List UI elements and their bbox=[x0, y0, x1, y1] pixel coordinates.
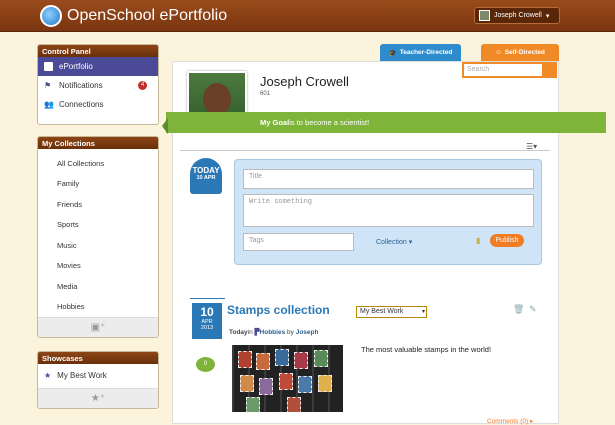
profile-id: 601 bbox=[260, 91, 271, 97]
title-input[interactable]: Title bbox=[243, 169, 534, 189]
sidebar-item-label: Notifications bbox=[59, 81, 103, 90]
sidebar-item-label: ePortfolio bbox=[59, 62, 93, 71]
post-caption: The most valuable stamps in the world! bbox=[361, 345, 492, 354]
collection-item[interactable]: Movies bbox=[38, 256, 158, 277]
collection-item[interactable]: Sports bbox=[38, 215, 158, 236]
collection-item[interactable]: Family bbox=[38, 174, 158, 195]
sidebar-item-eportfolio[interactable]: ePortfolio bbox=[38, 57, 158, 76]
notification-badge: 4 bbox=[138, 81, 147, 90]
collection-label: Collection bbox=[376, 239, 407, 246]
sidebar-item-notifications[interactable]: ⚑ Notifications 4 bbox=[38, 76, 158, 95]
attach-icon[interactable]: ▮ bbox=[476, 236, 480, 245]
add-collection-icon: ▣⁺ bbox=[90, 322, 106, 333]
goal-text: is to become a scientist! bbox=[289, 118, 370, 127]
control-panel: Control Panel ePortfolio ⚑ Notifications… bbox=[37, 44, 159, 125]
control-panel-title: Control Panel bbox=[38, 45, 158, 57]
post-title[interactable]: Stamps collection bbox=[227, 303, 330, 317]
sidebar-item-connections[interactable]: 👥 Connections bbox=[38, 95, 158, 114]
showcase-item[interactable]: ★ My Best Work bbox=[38, 366, 158, 385]
people-icon: 👥 bbox=[44, 100, 54, 109]
collections-panel: My Collections All Collections Family Fr… bbox=[37, 136, 159, 338]
meta-by: by bbox=[287, 329, 294, 336]
meta-in: in bbox=[247, 329, 253, 336]
collection-item[interactable]: Music bbox=[38, 235, 158, 256]
add-showcase-button[interactable]: ★⁺ bbox=[38, 388, 158, 408]
tab-label: Self-Directed bbox=[504, 49, 545, 56]
post-meta: Todayin ▛Hobbies by Joseph bbox=[229, 328, 318, 336]
pencil-icon[interactable]: ✎ bbox=[529, 304, 537, 315]
sidebar-item-label: Connections bbox=[59, 100, 104, 109]
tab-label: Teacher-Directed bbox=[399, 49, 453, 56]
smiley-icon: ☺ bbox=[495, 49, 502, 56]
publish-button[interactable]: Publish bbox=[490, 234, 524, 247]
divider bbox=[180, 150, 550, 151]
today-label: TODAY bbox=[192, 166, 220, 175]
user-name: Joseph Crowell bbox=[494, 12, 542, 19]
briefcase-icon bbox=[44, 62, 53, 71]
graduation-cap-icon: 🎓 bbox=[388, 49, 397, 57]
meta-collection-link[interactable]: Hobbies bbox=[260, 329, 286, 336]
showcase-label: My Best Work bbox=[57, 371, 107, 380]
add-collection-button[interactable]: ▣⁺ bbox=[38, 317, 158, 337]
showcases-panel: Showcases ★ My Best Work ★⁺ bbox=[37, 351, 159, 409]
post-date: 10 APR 2013 bbox=[192, 303, 222, 339]
flag-icon: ⚑ bbox=[44, 81, 52, 90]
chevron-down-icon: ▾ bbox=[421, 309, 425, 315]
post-year: 2013 bbox=[200, 325, 214, 331]
user-menu-button[interactable]: Joseph Crowell ▾ bbox=[474, 7, 560, 24]
meta-today: Today bbox=[229, 329, 248, 336]
star-icon: ★ bbox=[44, 371, 52, 380]
goal-prefix: My Goal bbox=[260, 118, 290, 127]
meta-author-link[interactable]: Joseph bbox=[296, 329, 319, 336]
collection-item[interactable]: Media bbox=[38, 276, 158, 297]
body-textarea[interactable]: Write something bbox=[243, 194, 534, 227]
search-placeholder: Search bbox=[467, 66, 490, 73]
top-bar: OpenSchool ePortfolio Joseph Crowell ▾ bbox=[0, 0, 615, 32]
goal-banner: My Goal is to become a scientist! bbox=[162, 112, 606, 134]
showcase-select[interactable]: My Best Work ▾ bbox=[356, 306, 427, 318]
collection-item[interactable]: All Collections bbox=[38, 153, 158, 174]
post-day: 10 bbox=[200, 305, 214, 319]
chevron-down-icon: ▾ bbox=[408, 239, 413, 246]
trash-icon[interactable]: 🗑 bbox=[513, 304, 524, 315]
tags-input[interactable]: Tags bbox=[243, 233, 354, 251]
app-title: OpenSchool ePortfolio bbox=[67, 7, 228, 24]
collection-item[interactable]: Hobbies bbox=[38, 297, 158, 318]
search-input[interactable]: Search bbox=[462, 62, 557, 78]
collection-item[interactable]: Friends bbox=[38, 194, 158, 215]
profile-name: Joseph Crowell bbox=[260, 74, 349, 89]
stamps-image[interactable] bbox=[232, 345, 343, 412]
logo-icon bbox=[40, 5, 62, 27]
showcase-select-value: My Best Work bbox=[360, 308, 404, 315]
tab-teacher-directed[interactable]: 🎓 Teacher-Directed bbox=[380, 44, 461, 61]
showcases-title: Showcases bbox=[38, 352, 158, 364]
today-badge: TODAY 10 APR bbox=[190, 158, 222, 194]
chevron-down-icon: ▾ bbox=[545, 12, 550, 20]
tab-self-directed[interactable]: ☺ Self-Directed bbox=[481, 44, 559, 61]
collection-dropdown[interactable]: Collection ▾ bbox=[376, 238, 412, 246]
comment-count-bubble[interactable]: 0 bbox=[196, 357, 215, 372]
today-date: 10 APR bbox=[196, 175, 216, 181]
search-icon[interactable] bbox=[542, 64, 555, 76]
avatar bbox=[479, 10, 490, 21]
collections-title: My Collections bbox=[38, 137, 158, 149]
add-star-icon: ★⁺ bbox=[90, 393, 106, 404]
